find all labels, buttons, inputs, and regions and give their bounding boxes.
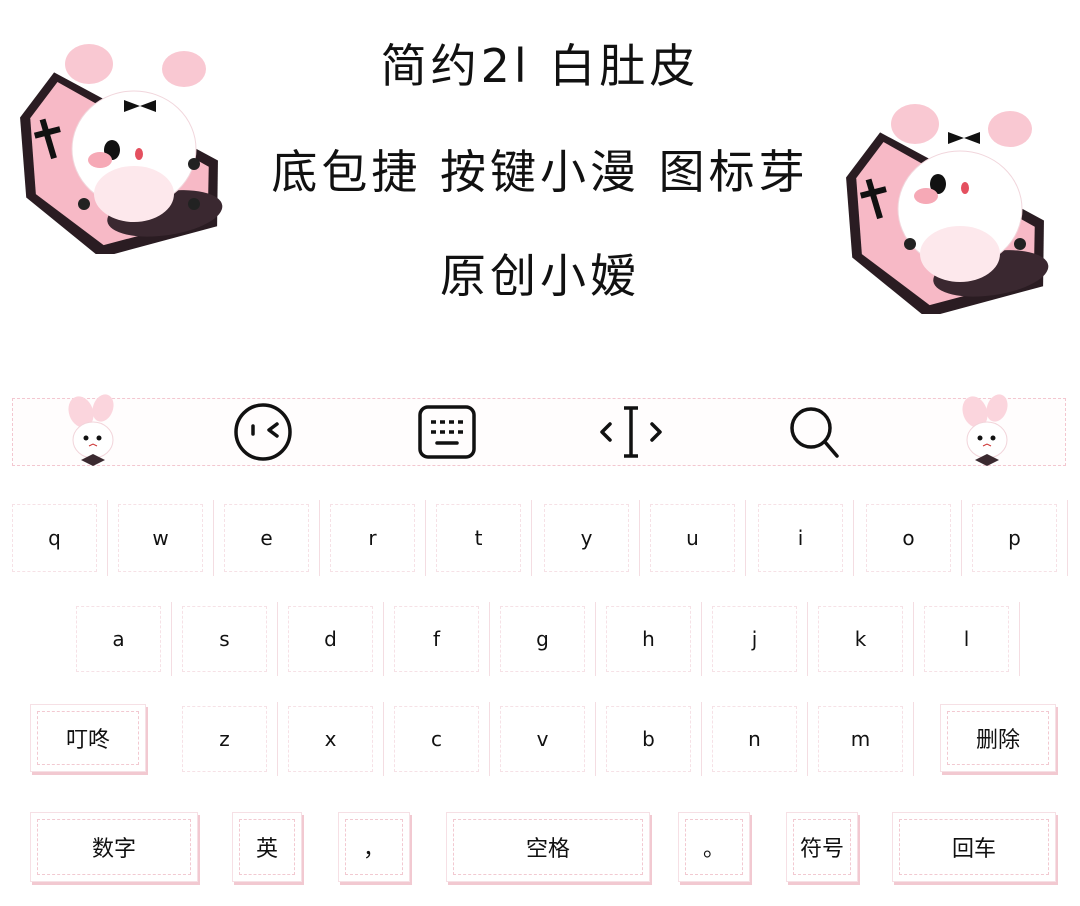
key-t[interactable]: t (426, 500, 532, 576)
key-b[interactable]: b (596, 702, 702, 776)
emoji-face-icon[interactable] (228, 400, 298, 464)
key-q[interactable]: q (2, 500, 108, 576)
keyboard-icon[interactable] (412, 400, 482, 464)
key-h[interactable]: h (596, 602, 702, 676)
key-j[interactable]: j (702, 602, 808, 676)
key-o[interactable]: o (856, 500, 962, 576)
cursor-move-icon[interactable] (596, 400, 666, 464)
key-c[interactable]: c (384, 702, 490, 776)
key-e[interactable]: e (214, 500, 320, 576)
bunny-coffin-right-icon (846, 104, 1049, 314)
key-d[interactable]: d (278, 602, 384, 676)
key-u[interactable]: u (640, 500, 746, 576)
key-x[interactable]: x (278, 702, 384, 776)
numbers-key[interactable]: 数字 (30, 812, 198, 882)
symbols-key[interactable]: 符号 (786, 812, 858, 882)
key-m[interactable]: m (808, 702, 914, 776)
bunny-sticker-right-icon[interactable] (950, 394, 1020, 466)
key-r[interactable]: r (320, 500, 426, 576)
space-key[interactable]: 空格 (446, 812, 650, 882)
key-g[interactable]: g (490, 602, 596, 676)
key-w[interactable]: w (108, 500, 214, 576)
english-key[interactable]: 英 (232, 812, 302, 882)
bunny-sticker-left-icon[interactable] (56, 394, 126, 466)
key-f[interactable]: f (384, 602, 490, 676)
key-i[interactable]: i (748, 500, 854, 576)
key-s[interactable]: s (172, 602, 278, 676)
bunny-coffin-left-icon (20, 44, 223, 254)
enter-key[interactable]: 回车 (892, 812, 1056, 882)
dingdong-key[interactable]: 叮咚 (30, 704, 146, 772)
search-icon[interactable] (780, 400, 850, 464)
key-a[interactable]: a (66, 602, 172, 676)
key-k[interactable]: k (808, 602, 914, 676)
key-z[interactable]: z (172, 702, 278, 776)
delete-key[interactable]: 删除 (940, 704, 1056, 772)
key-l[interactable]: l (914, 602, 1020, 676)
key-v[interactable]: v (490, 702, 596, 776)
period-key[interactable]: 。 (678, 812, 750, 882)
key-p[interactable]: p (962, 500, 1068, 576)
comma-key[interactable]: ， (338, 812, 410, 882)
candidate-toolbar (12, 398, 1066, 466)
key-y[interactable]: y (534, 500, 640, 576)
key-n[interactable]: n (702, 702, 808, 776)
